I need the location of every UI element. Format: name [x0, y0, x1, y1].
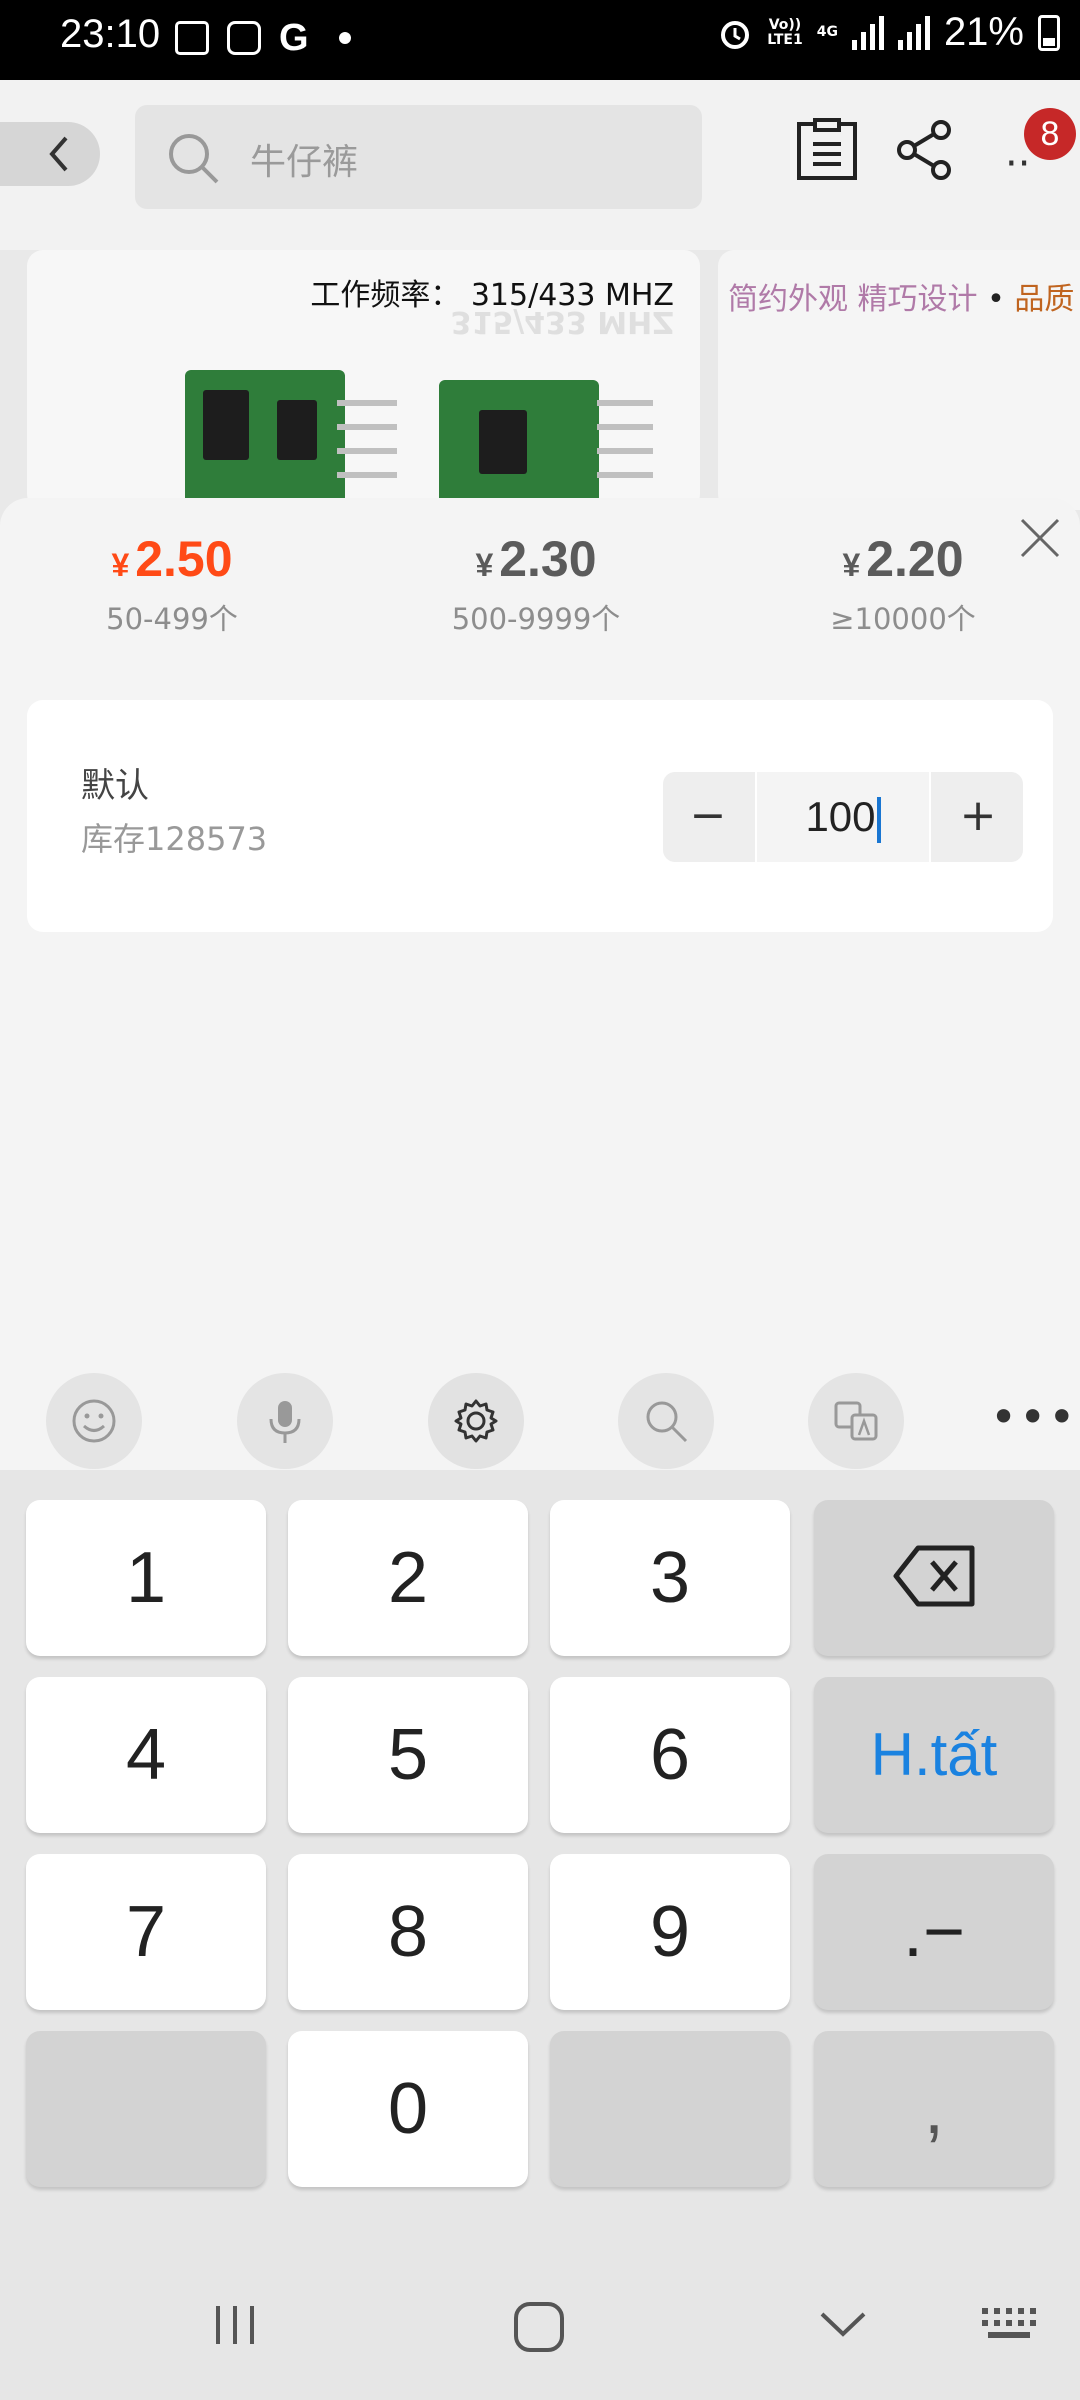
empty-key-right	[550, 2031, 790, 2187]
key-1[interactable]: 1	[26, 1500, 266, 1656]
keyboard-switch-icon[interactable]	[980, 2300, 1040, 2350]
translate-button[interactable]	[808, 1373, 904, 1469]
dot-dash-key[interactable]: .−	[814, 1854, 1054, 2010]
battery-icon	[1038, 14, 1060, 51]
currency-symbol: ¥	[475, 547, 494, 583]
option-name: 默认	[81, 766, 149, 806]
battery-percent: 21%	[943, 10, 1024, 54]
card2-label-a: 简约外观	[728, 282, 848, 317]
tier-range: ≥10000个	[830, 602, 976, 636]
status-time: 23:10	[60, 12, 161, 56]
product-image-card-2[interactable]: 简约外观 精巧设计 • 品质	[718, 250, 1080, 510]
sku-option-card: 默认 库存128573 − 100 +	[27, 700, 1053, 932]
quantity-value: 100	[805, 793, 876, 840]
stock-count: 库存128573	[81, 820, 268, 858]
comma-key[interactable]: ,	[814, 2031, 1054, 2187]
voice-input-button[interactable]	[237, 1373, 333, 1469]
volte-label: Vo))	[768, 16, 802, 33]
gallery-icon	[175, 21, 209, 55]
settings-icon	[454, 1399, 498, 1443]
search-icon	[169, 134, 219, 184]
key-7[interactable]: 7	[26, 1854, 266, 2010]
backspace-key[interactable]	[814, 1500, 1054, 1656]
lte-label: LTE1	[767, 31, 803, 48]
chip-image	[277, 400, 317, 460]
mic-icon	[269, 1401, 301, 1443]
recent-apps-icon[interactable]	[210, 2300, 260, 2350]
done-key[interactable]: H.tất	[814, 1677, 1054, 1833]
price-tier-1: ¥2.50 50-499个	[22, 530, 322, 638]
emoji-button[interactable]	[46, 1373, 142, 1469]
hide-keyboard-icon[interactable]	[816, 2300, 870, 2350]
increase-button[interactable]: +	[933, 772, 1023, 862]
chip-image	[479, 410, 527, 474]
card2-label-b: 精巧设计	[857, 282, 978, 317]
shopping-bag-icon	[227, 21, 261, 55]
quantity-stepper: − 100 +	[663, 772, 1023, 862]
keyboard-toolbar: •••	[0, 1340, 1080, 1470]
navigation-bar	[0, 2250, 1080, 2400]
translate-icon	[834, 1401, 878, 1441]
google-icon: G	[279, 17, 309, 59]
pins-image	[337, 400, 397, 480]
status-bar: 23:10 G Vo)) LTE1 4G 21%	[0, 0, 1080, 80]
pins-image	[597, 400, 653, 480]
price-tier-3: ¥2.20 ≥10000个	[753, 530, 1053, 638]
share-icon[interactable]	[893, 118, 957, 182]
search-bar[interactable]: 牛仔裤	[135, 105, 702, 209]
network-type: 4G	[816, 24, 838, 40]
signal-icon	[851, 15, 884, 50]
search-icon	[646, 1401, 688, 1443]
back-button[interactable]	[0, 122, 100, 186]
tier-range: 50-499个	[106, 602, 238, 636]
more-menu-icon[interactable]: ··	[1005, 144, 1030, 184]
top-bar: 牛仔裤 ·· 8	[0, 80, 1080, 250]
toolbar-more-icon[interactable]: •••	[990, 1394, 1077, 1440]
signal-icon-2	[897, 15, 930, 50]
key-8[interactable]: 8	[288, 1854, 528, 2010]
tier-price: 2.30	[499, 531, 597, 587]
product-image-card[interactable]: 工作频率： 315/433 MHZ 315/433 MHZ	[27, 250, 700, 510]
key-0[interactable]: 0	[288, 2031, 528, 2187]
frequency-reflection: 315/433 MHZ	[450, 304, 674, 339]
empty-key-left	[26, 2031, 266, 2187]
home-icon[interactable]	[512, 2300, 566, 2354]
emoji-icon	[72, 1399, 116, 1443]
currency-symbol: ¥	[111, 547, 130, 583]
key-6[interactable]: 6	[550, 1677, 790, 1833]
decrease-button[interactable]: −	[663, 772, 753, 862]
keyboard-settings-button[interactable]	[428, 1373, 524, 1469]
cart-badge: 8	[1024, 108, 1076, 160]
back-arrow-icon	[49, 136, 68, 172]
notification-dot-icon	[338, 32, 351, 44]
key-3[interactable]: 3	[550, 1500, 790, 1656]
currency-symbol: ¥	[842, 547, 861, 583]
card2-label-c: 品质	[1014, 282, 1075, 317]
key-2[interactable]: 2	[288, 1500, 528, 1656]
key-4[interactable]: 4	[26, 1677, 266, 1833]
alarm-icon	[721, 20, 750, 49]
keyboard-search-button[interactable]	[618, 1373, 714, 1469]
text-caret	[876, 796, 881, 843]
chip-image	[203, 390, 249, 460]
quantity-input[interactable]: 100	[755, 772, 931, 862]
frequency-label: 工作频率：	[310, 278, 461, 313]
tier-price: 2.50	[135, 531, 233, 587]
key-9[interactable]: 9	[550, 1854, 790, 2010]
search-placeholder: 牛仔裤	[250, 142, 359, 183]
list-icon[interactable]	[795, 118, 859, 182]
tier-price: 2.20	[866, 531, 964, 587]
backspace-icon	[893, 1545, 975, 1607]
tier-range: 500-9999个	[451, 602, 621, 636]
price-tier-2: ¥2.30 500-9999个	[386, 530, 686, 638]
key-5[interactable]: 5	[288, 1677, 528, 1833]
